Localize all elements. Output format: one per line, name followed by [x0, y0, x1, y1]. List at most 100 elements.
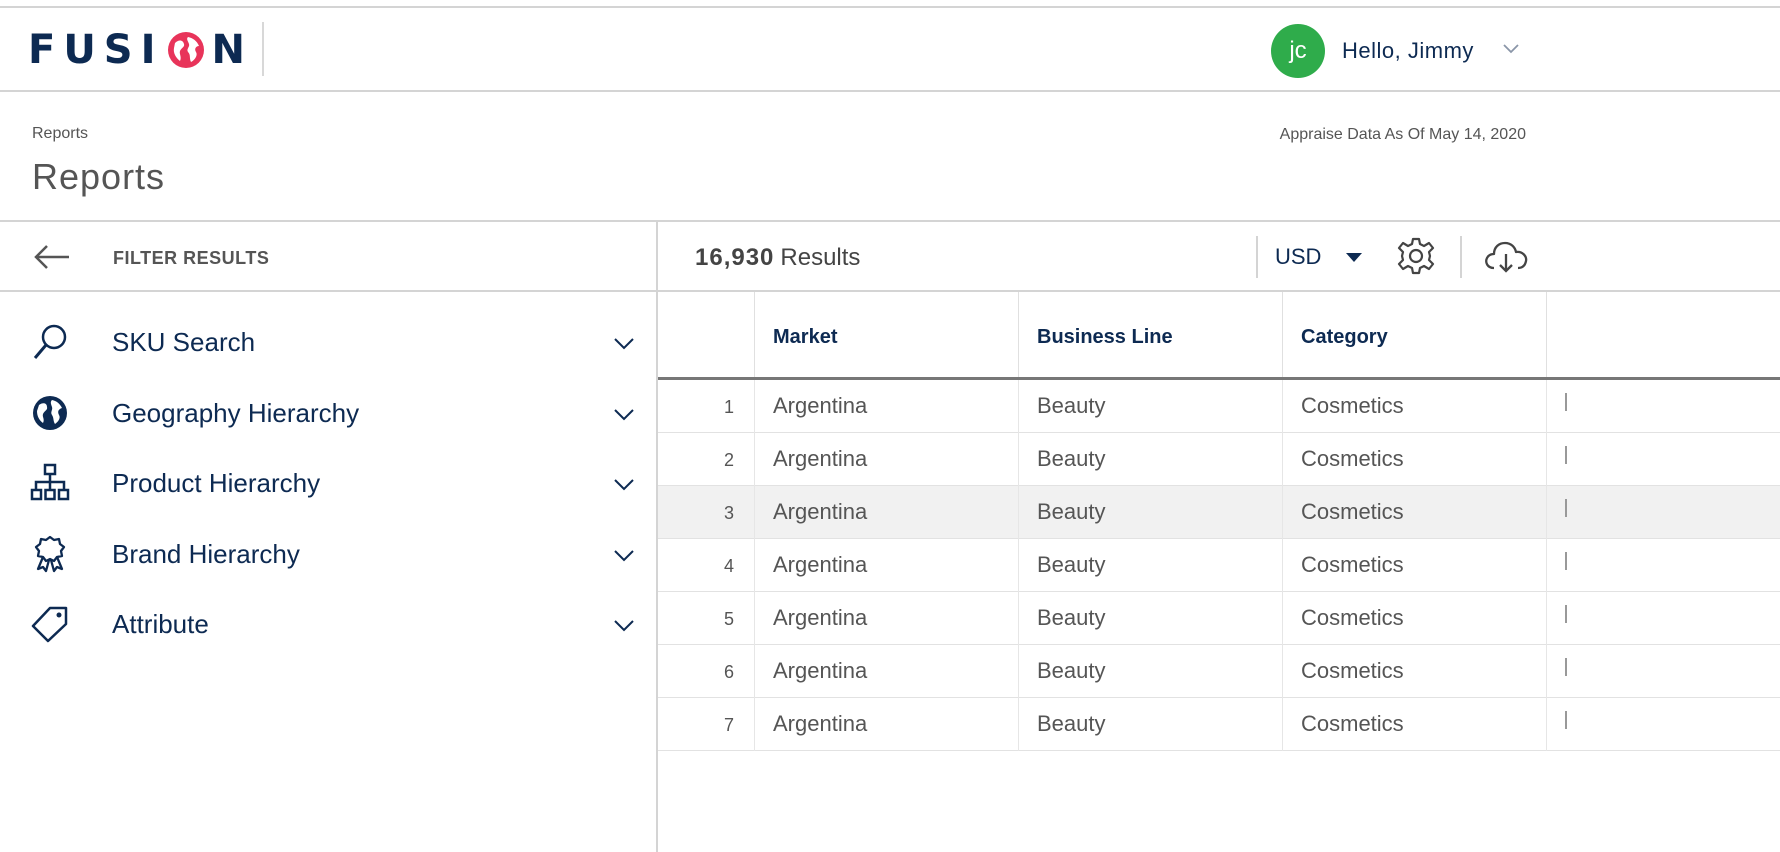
filter-results-title: FILTER RESULTS [113, 248, 270, 268]
cell-market: Argentina [754, 380, 1018, 433]
cell-category: Cosmetics [1282, 433, 1546, 486]
cell-category: Cosmetics [1282, 645, 1546, 698]
cell-market: Argentina [754, 539, 1018, 592]
cell-index-text: 7 [723, 715, 734, 735]
cell-market: Argentina [754, 592, 1018, 645]
hierarchy-icon [30, 463, 70, 501]
cell-index-text: 4 [723, 556, 734, 576]
table-row[interactable]: 4 Argentina Beauty Cosmetics [658, 539, 1780, 592]
column-header-category[interactable]: Category [1282, 292, 1546, 377]
filter-item-label: Brand Hierarchy [112, 539, 300, 569]
results-table: Market Business Line Category 1 Argentina… [658, 292, 1780, 852]
cell-market: Argentina [754, 486, 1018, 539]
cell-business-line-text: Beauty [1037, 711, 1106, 736]
page-title: Reports [32, 156, 166, 197]
cell-index: 6 [658, 645, 754, 698]
cell-cutoff-text [1565, 499, 1569, 517]
gear-icon[interactable] [1396, 236, 1436, 276]
cell-business-line: Beauty [1018, 486, 1282, 539]
appraise-date-text: Appraise Data As Of May 14, 2020 [1279, 126, 1526, 143]
toolbar-divider [1256, 236, 1258, 278]
filter-item-attribute[interactable]: Attribute [0, 589, 658, 659]
results-count: 16,930 Results [695, 244, 860, 272]
cell-next [1546, 433, 1780, 486]
cell-business-line: Beauty [1018, 592, 1282, 645]
fusion-logo[interactable]: FUSI N [28, 27, 253, 73]
filter-item-product-hierarchy[interactable]: Product Hierarchy [0, 448, 658, 518]
toolbar-divider [1460, 236, 1462, 278]
cell-index-text: 6 [723, 662, 734, 682]
table-row[interactable]: 6 Argentina Beauty Cosmetics [658, 645, 1780, 698]
cell-business-line: Beauty [1018, 380, 1282, 433]
chevron-down-icon[interactable] [612, 615, 636, 635]
top-header: FUSI N jc Hello, Jimmy [0, 6, 1780, 92]
caret-down-icon[interactable] [1344, 251, 1364, 263]
cell-index-text: 5 [723, 609, 734, 629]
column-header-next [1546, 292, 1780, 377]
filter-item-label: SKU Search [112, 327, 256, 357]
cell-market-text: Argentina [773, 711, 868, 736]
cell-category-text: Cosmetics [1301, 499, 1404, 524]
cell-market: Argentina [754, 645, 1018, 698]
cell-next [1546, 539, 1780, 592]
chevron-down-icon[interactable] [612, 474, 636, 494]
filter-item-geography-hierarchy[interactable]: Geography Hierarchy [0, 378, 658, 448]
results-toolbar: 16,930 Results USD [658, 222, 1780, 292]
cloud-download-icon[interactable] [1482, 236, 1530, 276]
table-row[interactable]: 5 Argentina Beauty Cosmetics [658, 592, 1780, 645]
logo-text-start: FUSI [28, 27, 164, 73]
back-arrow-icon[interactable] [32, 242, 72, 272]
filter-header: FILTER RESULTS [0, 222, 658, 292]
chevron-down-icon[interactable] [612, 404, 636, 424]
logo-divider [262, 22, 264, 76]
cell-index: 5 [658, 592, 754, 645]
cell-business-line-text: Beauty [1037, 393, 1106, 418]
filter-item-brand-hierarchy[interactable]: Brand Hierarchy [0, 519, 658, 589]
table-header: Market Business Line Category [658, 292, 1780, 380]
logo-globe-icon [167, 32, 204, 68]
cell-cutoff-text [1565, 552, 1569, 570]
user-greeting[interactable]: Hello, Jimmy [1342, 38, 1474, 64]
cell-category-text: Cosmetics [1301, 552, 1404, 577]
filter-item-label: Product Hierarchy [112, 468, 321, 498]
cell-next [1546, 486, 1780, 539]
breadcrumb[interactable]: Reports [32, 125, 88, 143]
cell-next [1546, 698, 1780, 751]
cell-category: Cosmetics [1282, 380, 1546, 433]
column-header-index [658, 292, 754, 377]
cell-index: 4 [658, 539, 754, 592]
filter-panel: FILTER RESULTS SKU Search Geography Hier… [0, 222, 658, 852]
cell-next [1546, 380, 1780, 433]
cell-cutoff-text [1565, 711, 1569, 729]
currency-select[interactable]: USD [1275, 244, 1321, 270]
user-menu-chevron-down-icon[interactable] [1500, 38, 1522, 60]
avatar[interactable]: jc [1271, 24, 1325, 78]
cell-business-line: Beauty [1018, 539, 1282, 592]
table-row[interactable]: 2 Argentina Beauty Cosmetics [658, 433, 1780, 486]
chevron-down-icon[interactable] [612, 545, 636, 565]
cell-market: Argentina [754, 433, 1018, 486]
table-row[interactable]: 3 Argentina Beauty Cosmetics [658, 486, 1780, 539]
cell-index: 3 [658, 486, 754, 539]
column-header-business-line[interactable]: Business Line [1018, 292, 1282, 377]
filter-item-sku-search[interactable]: SKU Search [0, 307, 658, 377]
tag-icon [31, 606, 68, 643]
table-row[interactable]: 7 Argentina Beauty Cosmetics [658, 698, 1780, 751]
cell-cutoff-text [1565, 446, 1569, 464]
cell-market-text: Argentina [773, 658, 868, 683]
globe-icon [33, 396, 67, 430]
filter-item-label: Attribute [112, 609, 209, 639]
cell-category-text: Cosmetics [1301, 446, 1404, 471]
table-row[interactable]: 1 Argentina Beauty Cosmetics [658, 380, 1780, 433]
cell-business-line: Beauty [1018, 433, 1282, 486]
cell-market-text: Argentina [773, 446, 868, 471]
cell-business-line-text: Beauty [1037, 499, 1106, 524]
cell-index-text: 3 [723, 503, 734, 523]
cell-market: Argentina [754, 698, 1018, 751]
cell-index-text: 2 [723, 450, 734, 470]
cell-business-line-text: Beauty [1037, 658, 1106, 683]
cell-cutoff-text [1565, 605, 1569, 623]
cell-index: 7 [658, 698, 754, 751]
column-header-market[interactable]: Market [754, 292, 1018, 377]
chevron-down-icon[interactable] [612, 333, 636, 353]
